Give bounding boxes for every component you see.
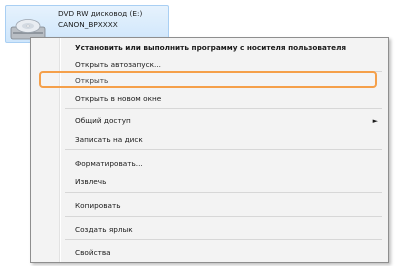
menu-item-eject[interactable]: Извлечь (75, 177, 106, 186)
context-menu: Установить или выполнить программу с нос… (30, 37, 389, 263)
menu-item-share[interactable]: Общий доступ (75, 116, 131, 125)
menu-item-format[interactable]: Форматировать... (75, 159, 143, 168)
drive-volume-label: CANON_BPXXXX (58, 20, 118, 29)
menu-separator (65, 239, 382, 240)
menu-separator (65, 149, 382, 150)
menu-item-copy[interactable]: Копировать (75, 201, 121, 210)
menu-item-install-run[interactable]: Установить или выполнить программу с нос… (75, 43, 346, 52)
menu-separator (65, 108, 382, 109)
menu-separator (65, 216, 382, 217)
menu-item-create-shortcut[interactable]: Создать ярлык (75, 225, 133, 234)
menu-item-burn[interactable]: Записать на диск (75, 135, 143, 144)
menu-separator (65, 192, 382, 193)
menu-item-open-new-window[interactable]: Открыть в новом окне (75, 94, 161, 103)
submenu-arrow-icon: ► (372, 117, 378, 125)
menu-item-autoplay[interactable]: Открыть автозапуск... (75, 60, 161, 69)
menu-item-properties[interactable]: Свойства (75, 248, 111, 257)
drive-name: DVD RW дисковод (E:) (58, 9, 143, 18)
highlight-frame (39, 71, 377, 88)
